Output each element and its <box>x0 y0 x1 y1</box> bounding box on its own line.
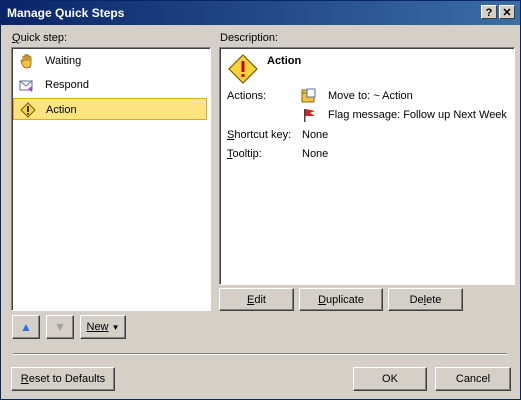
delete-button[interactable]: Delete <box>388 288 463 311</box>
tooltip-label: Tooltip: <box>227 148 262 160</box>
envelope-reply-icon <box>19 80 33 92</box>
red-flag-icon <box>304 109 315 122</box>
reset-to-defaults-button[interactable]: Reset to Defaults <box>11 367 115 391</box>
help-button[interactable]: ? <box>481 5 497 19</box>
quick-step-list[interactable]: Waiting Respond Action <box>11 47 211 311</box>
separator <box>13 353 507 355</box>
chevron-down-icon: ▼ <box>111 323 120 332</box>
list-item-respond[interactable]: Respond <box>13 74 207 96</box>
shortcut-key-label: Shortcut key: <box>227 129 292 141</box>
edit-button[interactable]: Edit <box>219 288 294 311</box>
list-item-action[interactable]: Action <box>13 98 207 120</box>
duplicate-button[interactable]: Duplicate <box>299 288 383 311</box>
shortcut-key-value: None <box>302 129 329 141</box>
new-button[interactable]: New ▼ <box>80 315 126 339</box>
cancel-button[interactable]: Cancel <box>435 367 511 391</box>
move-up-button[interactable]: ▲ <box>12 315 40 339</box>
hand-icon <box>20 54 32 69</box>
tooltip-value: None <box>302 148 329 160</box>
manage-quick-steps-dialog: Manage Quick Steps ? ✕ Quick step: Waiti… <box>0 0 521 400</box>
close-button[interactable]: ✕ <box>499 5 515 19</box>
title-bar[interactable]: Manage Quick Steps ? ✕ <box>1 1 520 25</box>
quick-step-label: Quick step: <box>12 32 68 44</box>
description-label: Description: <box>220 32 279 44</box>
move-folder-icon <box>301 88 316 103</box>
up-arrow-icon: ▲ <box>20 320 32 334</box>
actions-label: Actions: <box>227 90 267 102</box>
quick-step-name: Action <box>267 55 302 67</box>
warning-icon <box>228 54 258 84</box>
list-item-label: Respond <box>45 79 90 91</box>
action-flag-text: Flag message: Follow up Next Week <box>328 109 507 121</box>
down-arrow-icon: ▼ <box>54 320 66 334</box>
window-title: Manage Quick Steps <box>7 6 125 20</box>
new-button-label: New <box>86 321 109 333</box>
list-item-label: Action <box>46 104 77 116</box>
description-panel: Action Actions: Move to: ~ Action Flag m… <box>219 47 515 285</box>
warning-icon <box>20 102 36 118</box>
list-item-waiting[interactable]: Waiting <box>13 50 207 72</box>
ok-button[interactable]: OK <box>353 367 427 391</box>
edit-label-rest: dit <box>254 294 266 306</box>
move-down-button[interactable]: ▼ <box>46 315 74 339</box>
list-item-label: Waiting <box>45 55 82 67</box>
action-move-text: Move to: ~ Action <box>328 90 413 102</box>
